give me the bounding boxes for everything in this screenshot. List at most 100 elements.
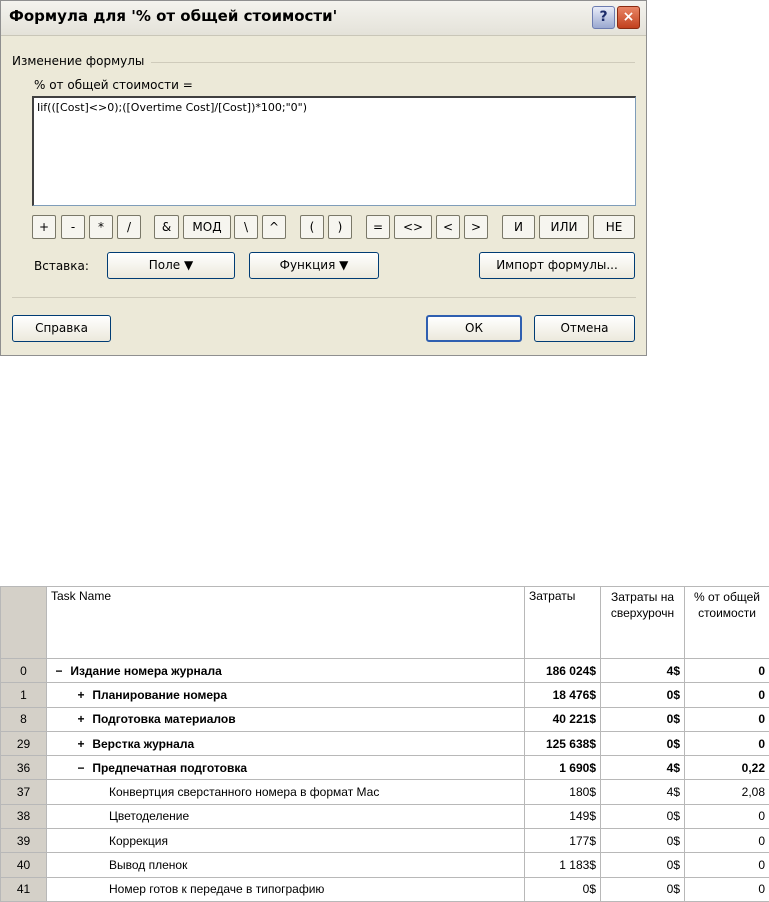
- row-id-cell[interactable]: 39: [0, 828, 47, 854]
- help-button[interactable]: Справка: [12, 315, 111, 342]
- table-row[interactable]: 40 Вывод пленок 1 183$ 0$ 0: [0, 852, 769, 878]
- percent-cell[interactable]: 0,22: [684, 755, 769, 781]
- op-not-equal-button[interactable]: <>: [394, 215, 432, 239]
- row-id-cell[interactable]: 37: [0, 779, 47, 805]
- expand-icon[interactable]: +: [73, 737, 89, 751]
- op-power-button[interactable]: ^: [262, 215, 286, 239]
- formula-field-label: % от общей стоимости =: [34, 78, 193, 92]
- select-all-corner[interactable]: [0, 586, 47, 659]
- row-id-cell[interactable]: 29: [0, 730, 47, 757]
- op-and-button[interactable]: И: [502, 215, 535, 239]
- row-id-cell[interactable]: 1: [0, 682, 47, 708]
- cost-cell[interactable]: 1 183$: [524, 852, 601, 878]
- row-id-cell[interactable]: 40: [0, 852, 47, 878]
- expand-icon[interactable]: +: [73, 688, 89, 702]
- formula-input[interactable]: Iif(([Cost]<>0);([Overtime Cost]/[Cost])…: [32, 96, 636, 206]
- cost-cell[interactable]: 177$: [524, 828, 601, 854]
- overtime-cost-cell[interactable]: 0$: [600, 682, 685, 708]
- cost-cell[interactable]: 125 638$: [524, 730, 601, 757]
- op-open-paren-button[interactable]: (: [300, 215, 324, 239]
- dialog-titlebar[interactable]: Формула для '% от общей стоимости' ? ×: [1, 1, 646, 36]
- import-formula-button[interactable]: Импорт формулы...: [479, 252, 635, 279]
- overtime-cost-cell[interactable]: 0$: [600, 803, 685, 830]
- table-row[interactable]: 39 Коррекция 177$ 0$ 0: [0, 828, 769, 854]
- op-equal-button[interactable]: =: [366, 215, 390, 239]
- task-name-text: Номер готов к передаче в типографию: [109, 882, 325, 897]
- cost-cell[interactable]: 186 024$: [524, 657, 601, 684]
- op-plus-button[interactable]: +: [32, 215, 56, 239]
- column-header-percent-of-cost[interactable]: % от общей стоимости: [684, 586, 769, 659]
- cost-cell[interactable]: 0$: [524, 876, 601, 902]
- task-name-cell[interactable]: + Подготовка материалов: [46, 706, 525, 732]
- percent-cell[interactable]: 0: [684, 876, 769, 902]
- op-not-button[interactable]: НЕ: [593, 215, 635, 239]
- cost-cell[interactable]: 40 221$: [524, 706, 601, 732]
- row-id-cell[interactable]: 38: [0, 803, 47, 830]
- percent-cell[interactable]: 0: [684, 682, 769, 708]
- help-icon[interactable]: ?: [592, 6, 615, 29]
- table-row[interactable]: 0− Издание номера журнала 186 024$ 4$ 0: [0, 657, 769, 684]
- op-concat-button[interactable]: &: [154, 215, 179, 239]
- cancel-button[interactable]: Отмена: [534, 315, 635, 342]
- column-header-overtime-cost[interactable]: Затраты на сверхурочн: [600, 586, 685, 659]
- op-intdiv-button[interactable]: \: [234, 215, 258, 239]
- table-row[interactable]: 1 + Планирование номера 18 476$ 0$ 0: [0, 682, 769, 708]
- op-divide-button[interactable]: /: [117, 215, 141, 239]
- table-row[interactable]: 41 Номер готов к передаче в типографию 0$ 0…: [0, 876, 769, 902]
- task-name-cell[interactable]: Цветоделение: [46, 803, 525, 830]
- table-row[interactable]: 8 + Подготовка материалов 40 221$ 0$ 0: [0, 706, 769, 732]
- overtime-cost-cell[interactable]: 4$: [600, 657, 685, 684]
- row-id-cell[interactable]: 0: [0, 657, 47, 684]
- table-row[interactable]: 29 + Верстка журнала 125 638$ 0$ 0: [0, 730, 769, 757]
- task-name-cell[interactable]: + Планирование номера: [46, 682, 525, 708]
- expand-icon[interactable]: +: [73, 712, 89, 726]
- percent-cell[interactable]: 0: [684, 730, 769, 757]
- percent-cell[interactable]: 2,08: [684, 779, 769, 805]
- close-icon[interactable]: ×: [617, 6, 640, 29]
- percent-cell[interactable]: 0: [684, 852, 769, 878]
- column-header-task-name[interactable]: Task Name: [46, 586, 525, 659]
- op-mod-button[interactable]: МОД: [183, 215, 231, 239]
- percent-cell[interactable]: 0: [684, 803, 769, 830]
- overtime-cost-cell[interactable]: 4$: [600, 755, 685, 781]
- overtime-cost-cell[interactable]: 0$: [600, 876, 685, 902]
- op-greater-button[interactable]: >: [464, 215, 488, 239]
- overtime-cost-cell[interactable]: 4$: [600, 779, 685, 805]
- row-id-cell[interactable]: 8: [0, 706, 47, 732]
- table-row[interactable]: 36− Предпечатная подготовка 1 690$ 4$ 0,22: [0, 755, 769, 781]
- task-name-text: Конвертция сверстанного номера в формат …: [109, 785, 380, 800]
- row-id-cell[interactable]: 41: [0, 876, 47, 902]
- task-name-cell[interactable]: Конвертция сверстанного номера в формат …: [46, 779, 525, 805]
- ok-button[interactable]: ОК: [426, 315, 522, 342]
- row-id-cell[interactable]: 36: [0, 755, 47, 781]
- task-name-cell[interactable]: − Издание номера журнала: [46, 657, 525, 684]
- op-minus-button[interactable]: -: [61, 215, 85, 239]
- percent-cell[interactable]: 0: [684, 706, 769, 732]
- cost-cell[interactable]: 149$: [524, 803, 601, 830]
- cost-cell[interactable]: 1 690$: [524, 755, 601, 781]
- op-or-button[interactable]: ИЛИ: [539, 215, 589, 239]
- overtime-cost-cell[interactable]: 0$: [600, 706, 685, 732]
- op-less-button[interactable]: <: [436, 215, 460, 239]
- percent-cell[interactable]: 0: [684, 828, 769, 854]
- overtime-cost-cell[interactable]: 0$: [600, 852, 685, 878]
- task-name-cell[interactable]: Коррекция: [46, 828, 525, 854]
- percent-cell[interactable]: 0: [684, 657, 769, 684]
- overtime-cost-cell[interactable]: 0$: [600, 730, 685, 757]
- function-dropdown-button[interactable]: Функция ▼: [249, 252, 379, 279]
- task-name-cell[interactable]: Номер готов к передаче в типографию: [46, 876, 525, 902]
- field-dropdown-button[interactable]: Поле ▼: [107, 252, 235, 279]
- column-header-cost[interactable]: Затраты: [524, 586, 601, 659]
- op-multiply-button[interactable]: *: [89, 215, 113, 239]
- cost-cell[interactable]: 180$: [524, 779, 601, 805]
- table-row[interactable]: 38 Цветоделение 149$ 0$ 0: [0, 803, 769, 830]
- table-row[interactable]: 37 Конвертция сверстанного номера в форма…: [0, 779, 769, 805]
- task-name-cell[interactable]: − Предпечатная подготовка: [46, 755, 525, 781]
- op-close-paren-button[interactable]: ): [328, 215, 352, 239]
- collapse-icon[interactable]: −: [73, 761, 89, 775]
- overtime-cost-cell[interactable]: 0$: [600, 828, 685, 854]
- cost-cell[interactable]: 18 476$: [524, 682, 601, 708]
- task-name-cell[interactable]: Вывод пленок: [46, 852, 525, 878]
- collapse-icon[interactable]: −: [51, 664, 67, 678]
- task-name-cell[interactable]: + Верстка журнала: [46, 730, 525, 757]
